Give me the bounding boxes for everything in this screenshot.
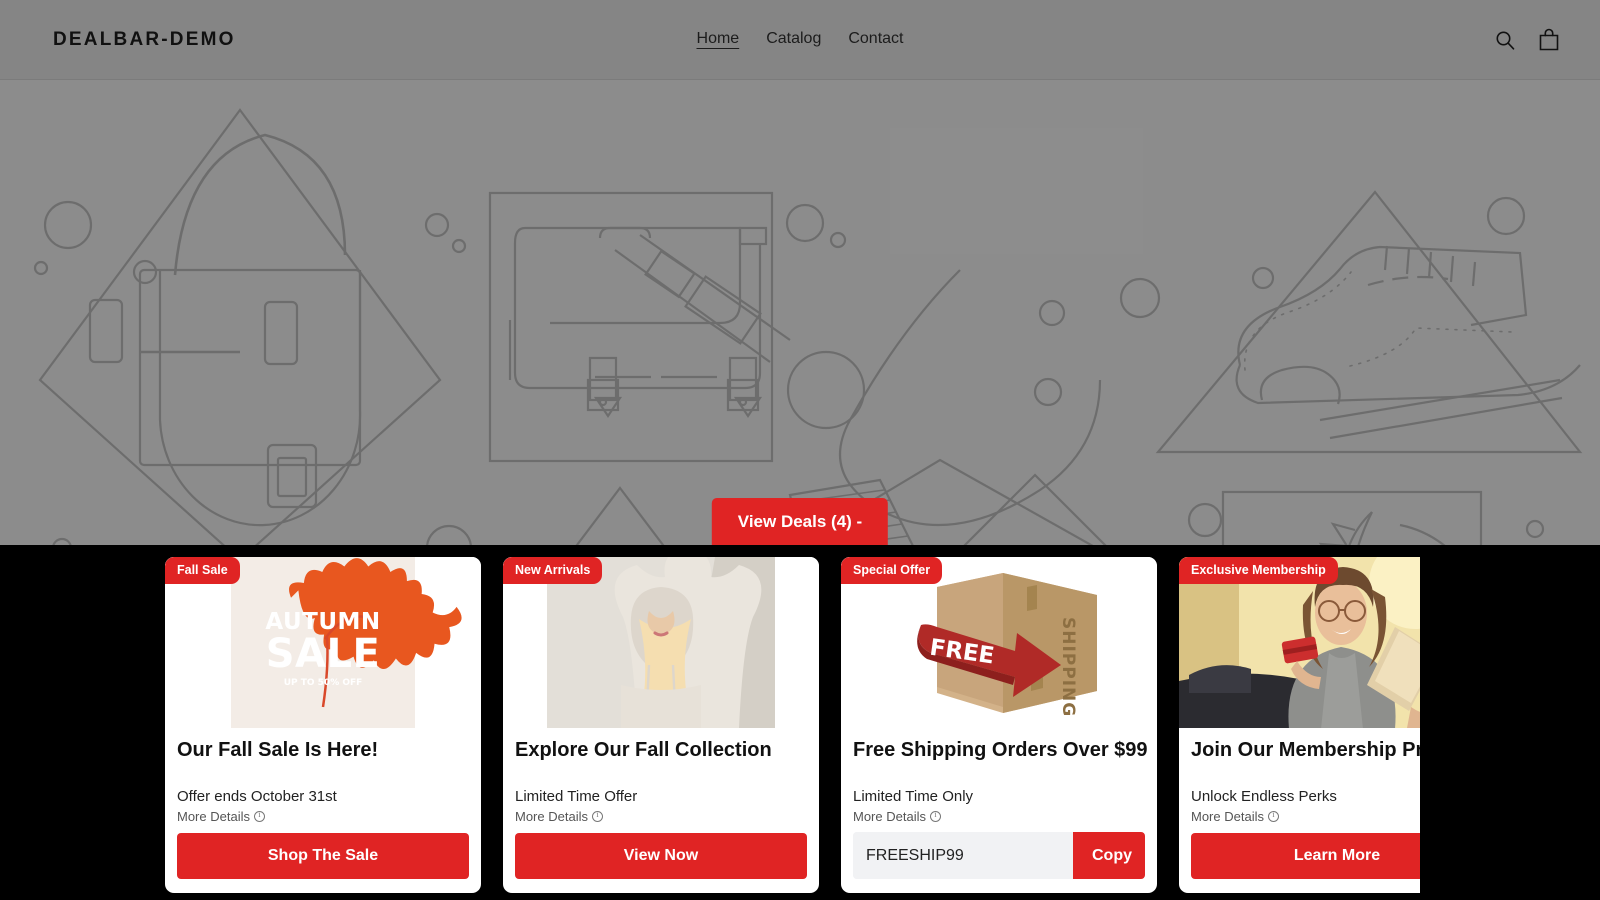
deal-cta-button[interactable]: Learn More xyxy=(1191,833,1420,879)
deal-badge: Special Offer xyxy=(841,557,943,584)
site-header: DEALBAR-DEMO Home Catalog Contact xyxy=(0,0,1600,80)
view-deals-toggle-button[interactable]: View Deals (4) - xyxy=(711,498,889,545)
nav-item-catalog[interactable]: Catalog xyxy=(766,30,821,50)
more-details-link[interactable]: More Details xyxy=(1191,809,1420,824)
deal-subtitle: Limited Time Offer xyxy=(515,788,638,805)
page-root: DEALBAR-DEMO Home Catalog Contact View D… xyxy=(0,0,1600,900)
svg-text:UP TO 50% OFF: UP TO 50% OFF xyxy=(284,678,363,688)
nav-item-contact[interactable]: Contact xyxy=(848,30,903,50)
hero-banner: View Deals (4) - xyxy=(0,80,1600,545)
svg-text:SHIPPING: SHIPPING xyxy=(1058,617,1078,717)
shopping-bag-icon[interactable] xyxy=(1538,28,1560,51)
deal-title: Free Shipping Orders Over $99 xyxy=(853,739,1148,761)
deal-subtitle: Offer ends October 31st xyxy=(177,788,337,805)
more-details-link[interactable]: More Details xyxy=(177,809,469,824)
deal-body: Explore Our Fall Collection Limited Time… xyxy=(503,728,819,893)
more-details-label: More Details xyxy=(1191,808,1264,824)
deal-title: Join Our Membership Program xyxy=(1191,739,1420,761)
more-details-link[interactable]: More Details xyxy=(515,809,807,824)
deal-title: Our Fall Sale Is Here! xyxy=(177,739,379,761)
deal-cta-button[interactable]: View Now xyxy=(515,833,807,879)
deals-carousel-track: Fall Sale AUTUMN SALE UP TO 50% OFF Our xyxy=(165,557,1420,897)
deal-title: Explore Our Fall Collection xyxy=(515,739,772,761)
info-icon xyxy=(929,810,941,822)
info-icon xyxy=(253,810,265,822)
copy-coupon-button[interactable]: Copy xyxy=(1073,832,1145,879)
deal-card[interactable]: New Arrivals Explore Our Fall Collection… xyxy=(503,557,819,893)
deal-badge: Fall Sale xyxy=(165,557,240,584)
deal-badge: Exclusive Membership xyxy=(1179,557,1338,584)
brand-logo[interactable]: DEALBAR-DEMO xyxy=(53,29,236,51)
more-details-link[interactable]: More Details xyxy=(853,809,1145,824)
deal-body: Our Fall Sale Is Here! Offer ends Octobe… xyxy=(165,728,481,893)
coupon-code-row: Copy xyxy=(853,832,1145,879)
deal-cta-button[interactable]: Shop The Sale xyxy=(177,833,469,879)
header-icon-group xyxy=(1494,28,1560,51)
svg-text:SALE: SALE xyxy=(266,631,381,677)
deal-subtitle: Limited Time Only xyxy=(853,788,974,805)
hero-dim-overlay xyxy=(0,80,1600,545)
more-details-label: More Details xyxy=(177,808,250,824)
search-icon[interactable] xyxy=(1494,29,1516,51)
coupon-code-input[interactable] xyxy=(853,832,1073,879)
nav-item-home[interactable]: Home xyxy=(697,30,740,50)
deal-card[interactable]: Special Offer SHIPPING FREE Free Shippin… xyxy=(841,557,1157,893)
more-details-label: More Details xyxy=(853,808,926,824)
deal-card[interactable]: Exclusive Membership Join Our Membership… xyxy=(1179,557,1420,893)
deals-carousel-bar: Fall Sale AUTUMN SALE UP TO 50% OFF Our xyxy=(0,545,1600,900)
deal-subtitle: Unlock Endless Perks xyxy=(1191,788,1337,805)
main-nav: Home Catalog Contact xyxy=(697,30,904,50)
deal-card[interactable]: Fall Sale AUTUMN SALE UP TO 50% OFF Our xyxy=(165,557,481,893)
info-icon xyxy=(1267,810,1279,822)
more-details-label: More Details xyxy=(515,808,588,824)
info-icon xyxy=(591,810,603,822)
deal-body: Free Shipping Orders Over $99 Limited Ti… xyxy=(841,728,1157,893)
deal-badge: New Arrivals xyxy=(503,557,603,584)
deal-body: Join Our Membership Program Unlock Endle… xyxy=(1179,728,1420,893)
